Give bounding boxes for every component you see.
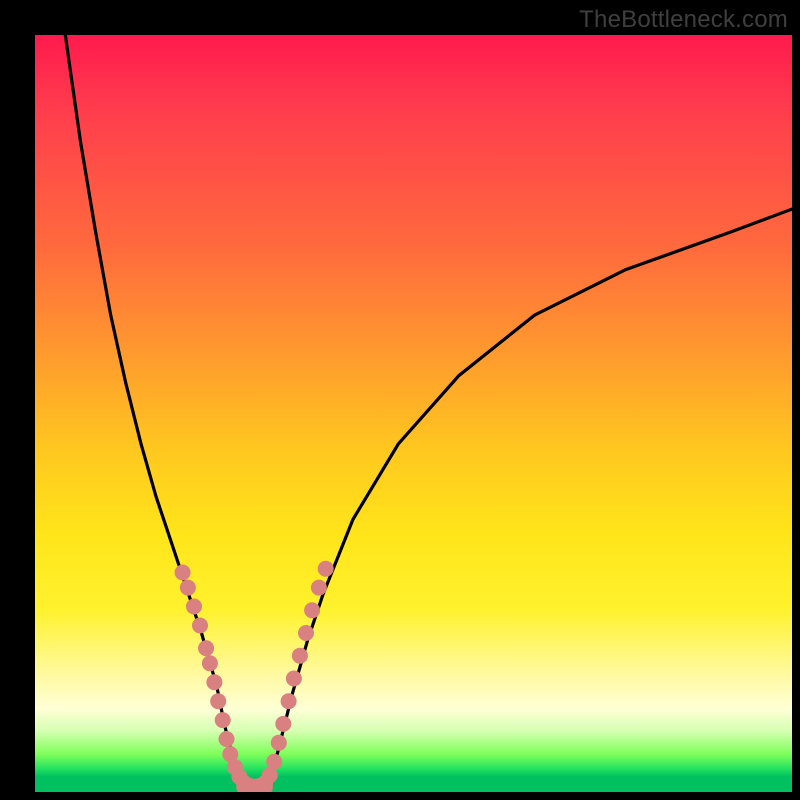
- data-dot: [175, 565, 191, 581]
- data-dot: [298, 625, 314, 641]
- data-dots: [175, 561, 334, 792]
- data-dot: [292, 648, 308, 664]
- data-dot: [192, 618, 208, 634]
- data-dot: [215, 712, 231, 728]
- data-dot: [206, 674, 222, 690]
- data-dot: [266, 754, 282, 770]
- bottleneck-curves: [65, 35, 792, 789]
- plot-area: [35, 35, 792, 792]
- data-dot: [304, 602, 320, 618]
- data-dot: [219, 731, 235, 747]
- data-dot: [275, 716, 291, 732]
- data-dot: [180, 580, 196, 596]
- curve-left-branch: [65, 35, 247, 788]
- curve-layer: [35, 35, 792, 792]
- watermark-text: TheBottleneck.com: [579, 6, 788, 34]
- data-dot: [311, 580, 327, 596]
- data-dot: [271, 735, 287, 751]
- data-dot: [318, 561, 334, 577]
- data-dot: [210, 693, 226, 709]
- data-dot: [198, 640, 214, 656]
- curve-right-branch: [262, 209, 792, 788]
- data-dot: [281, 693, 297, 709]
- data-dot: [262, 767, 278, 783]
- data-dot: [286, 671, 302, 687]
- data-dot: [186, 599, 202, 615]
- chart-frame: TheBottleneck.com: [0, 0, 800, 800]
- data-dot: [202, 655, 218, 671]
